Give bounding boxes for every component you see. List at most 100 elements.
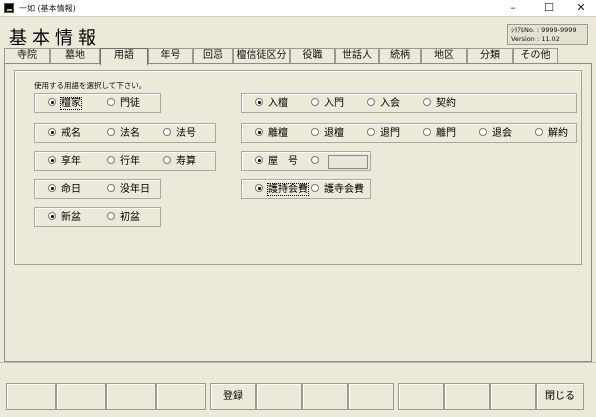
version-label: Version : 11.02 [511,35,560,43]
radio-member-term-0[interactable]: 檀家 [48,97,82,110]
radio-dot-icon [48,212,56,220]
radio-dot-icon [311,98,319,106]
page-title: 基本情報 [9,28,101,49]
radio-dot-icon [535,128,543,136]
radio-dot-icon [255,156,263,164]
radio-group-posthumous-name: 戒名 法名 法号 [34,123,216,143]
window-titlebar: 一如 (基本情報) – ☐ ✕ [0,0,596,17]
register-button[interactable]: 登録 [210,383,256,410]
tab-era[interactable]: 年号 [148,48,193,64]
function-button-10[interactable] [444,383,490,410]
radio-support-fee-1[interactable]: 護寺会費 [311,184,364,196]
radio-dot-icon [479,128,487,136]
close-button[interactable]: 閉じる [536,383,584,410]
radio-death-day-1[interactable]: 没年日 [107,184,150,196]
radio-posthumous-name-1[interactable]: 法名 [107,128,140,140]
radio-dot-icon [367,128,375,136]
version-info: ｼﾘｱﾙNo. : 9999-9999 Version : 11.02 [507,24,588,45]
radio-join-2[interactable]: 入会 [367,98,400,110]
radio-leave-1[interactable]: 退檀 [311,128,344,140]
tab-member-category[interactable]: 檀信徒区分 [233,48,290,64]
radio-age-2[interactable]: 寿算 [163,156,196,168]
radio-house-name-0[interactable]: 屋 号 [255,156,298,168]
tab-classification[interactable]: 分類 [467,48,513,64]
radio-dot-icon [107,98,115,106]
function-button-11[interactable] [490,383,536,410]
radio-leave-3[interactable]: 離門 [423,128,456,140]
tab-position[interactable]: 役職 [290,48,335,64]
function-button-4[interactable] [156,383,206,410]
tab-relation[interactable]: 続柄 [379,48,421,64]
minimize-button[interactable]: – [502,1,524,15]
close-window-button[interactable]: ✕ [570,1,592,15]
radio-group-age: 享年 行年 寿算 [34,151,216,171]
house-name-custom-input[interactable] [328,155,368,169]
tab-temple[interactable]: 寺院 [4,48,50,64]
radio-member-term-1[interactable]: 門徒 [107,98,140,110]
maximize-button[interactable]: ☐ [538,1,560,15]
radio-dot-icon [48,128,56,136]
radio-group-house-name: 屋 号 [241,151,371,171]
function-button-3[interactable] [106,383,156,410]
radio-group-leave: 離檀 退檀 退門 離門 退会 解約 [241,123,577,143]
tab-terms[interactable]: 用語 [100,48,148,65]
radio-join-1[interactable]: 入門 [311,98,344,110]
radio-death-day-0[interactable]: 命日 [48,184,81,196]
radio-dot-icon [48,184,56,192]
radio-dot-icon [107,156,115,164]
radio-dot-icon [255,184,263,192]
radio-dot-icon [255,128,263,136]
function-button-1[interactable] [6,383,56,410]
radio-age-0[interactable]: 享年 [48,156,81,168]
radio-leave-5[interactable]: 解約 [535,128,568,140]
radio-group-first-bon: 新盆 初盆 [34,207,161,227]
radio-leave-2[interactable]: 退門 [367,128,400,140]
function-key-bar: 登録 閉じる [6,383,584,410]
radio-group-member-term: 檀家 門徒 [34,93,161,113]
tab-strip: 寺院 墓地 用語 年号 回忌 檀信徒区分 役職 世話人 続柄 地区 分類 その他 [4,48,592,65]
radio-dot-icon [48,156,56,164]
radio-house-name-custom[interactable] [311,156,324,168]
serial-number: ｼﾘｱﾙNo. : 9999-9999 [511,26,577,34]
tab-memorial[interactable]: 回忌 [193,48,233,64]
tab-caretaker[interactable]: 世話人 [335,48,379,64]
radio-dot-icon [107,212,115,220]
radio-group-support-fee: 護持会費 護寺会費 [241,179,371,199]
radio-dot-icon [367,98,375,106]
radio-leave-0[interactable]: 離檀 [255,128,288,140]
tab-district[interactable]: 地区 [421,48,467,64]
radio-dot-icon [48,98,56,106]
radio-group-join: 入檀 入門 入会 契約 [241,93,577,113]
tab-cemetery[interactable]: 墓地 [50,48,100,64]
radio-first-bon-1[interactable]: 初盆 [107,212,140,224]
radio-dot-icon [107,128,115,136]
radio-dot-icon [107,184,115,192]
function-button-9[interactable] [398,383,444,410]
radio-first-bon-0[interactable]: 新盆 [48,212,81,224]
bottom-separator [0,362,596,363]
radio-posthumous-name-2[interactable]: 法号 [163,128,196,140]
function-button-8[interactable] [348,383,394,410]
function-button-6[interactable] [256,383,302,410]
function-button-7[interactable] [302,383,348,410]
function-button-2[interactable] [56,383,106,410]
radio-join-0[interactable]: 入檀 [255,98,288,110]
radio-join-3[interactable]: 契約 [423,98,456,110]
radio-dot-icon [311,128,319,136]
window-title: 一如 (基本情報) [19,4,76,13]
app-icon [4,3,14,13]
radio-dot-icon [163,128,171,136]
radio-dot-icon [311,184,319,192]
tab-other[interactable]: その他 [513,48,558,64]
panel-caption: 使用する用語を選択して下さい。 [34,81,147,90]
radio-group-death-day: 命日 没年日 [34,179,161,199]
radio-age-1[interactable]: 行年 [107,156,140,168]
radio-dot-icon [311,156,319,164]
page-header: 基本情報 ｼﾘｱﾙNo. : 9999-9999 Version : 11.02 [0,18,596,49]
radio-dot-icon [423,128,431,136]
radio-dot-icon [423,98,431,106]
radio-support-fee-0[interactable]: 護持会費 [255,183,309,196]
radio-dot-icon [255,98,263,106]
radio-leave-4[interactable]: 退会 [479,128,512,140]
radio-posthumous-name-0[interactable]: 戒名 [48,128,81,140]
